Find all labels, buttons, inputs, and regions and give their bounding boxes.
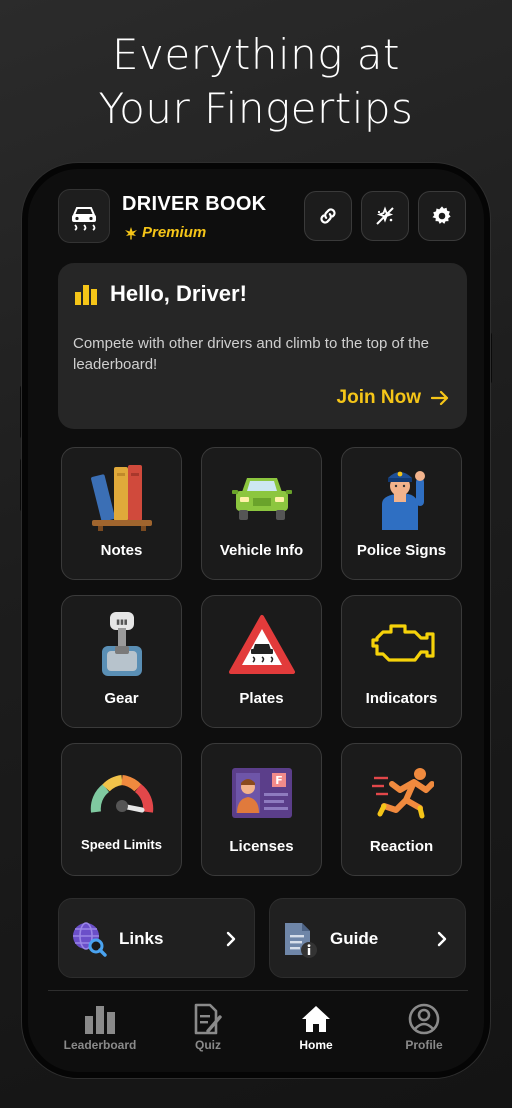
hello-description: Compete with other drivers and climb to …: [73, 335, 430, 373]
link-icon: [320, 208, 336, 224]
nav-label: Profile: [405, 1038, 443, 1052]
tile-label: Notes: [100, 542, 143, 559]
app-logo: [58, 189, 110, 243]
tile-label: Plates: [239, 690, 284, 707]
tile-indicators[interactable]: Indicators: [341, 595, 462, 728]
police-officer-icon: [342, 462, 461, 532]
join-now-button[interactable]: Join Now: [337, 387, 449, 409]
bar-chart-icon: [75, 285, 97, 305]
headline-line-1: Everything at: [112, 30, 400, 79]
no-ads-sparkle-icon: [376, 206, 394, 225]
bar-chart-icon: [50, 1000, 150, 1038]
tile-label: Gear: [104, 690, 139, 707]
tile-licenses[interactable]: F Licenses: [201, 743, 322, 876]
share-link-button[interactable]: [304, 191, 352, 241]
tile-reaction[interactable]: Reaction: [341, 743, 462, 876]
nav-quiz[interactable]: Quiz: [158, 1000, 258, 1052]
tile-label: Speed Limits: [81, 837, 162, 852]
books-icon: [62, 462, 181, 532]
app-screen: DRIVER BOOK Premium Hello, Driver! Compe…: [48, 169, 468, 1072]
profile-icon: [374, 1000, 474, 1038]
join-now-label: Join Now: [336, 387, 421, 408]
arrow-right-icon: [431, 390, 449, 406]
nav-label: Leaderboard: [63, 1038, 137, 1052]
document-info-icon: [285, 923, 317, 958]
nav-leaderboard[interactable]: Leaderboard: [50, 1000, 150, 1052]
globe-search-icon: [73, 922, 107, 957]
engine-warning-icon: [342, 610, 461, 680]
app-title: DRIVER BOOK: [122, 193, 267, 215]
promo-headline: Everything at Your Fingertips: [0, 28, 512, 136]
nav-label: Home: [299, 1038, 333, 1052]
slippery-road-sign-icon: [202, 610, 321, 680]
nav-home[interactable]: Home: [266, 1000, 366, 1052]
tile-plates[interactable]: Plates: [201, 595, 322, 728]
car-icon: [202, 462, 321, 532]
tile-label: Police Signs: [356, 542, 447, 559]
svg-text:▮▮▮: ▮▮▮: [116, 618, 128, 626]
guide-button[interactable]: Guide: [269, 898, 466, 978]
premium-badge: Premium: [124, 224, 206, 241]
runner-icon: [342, 758, 461, 828]
leaderboard-promo-card: Hello, Driver! Compete with other driver…: [58, 263, 467, 429]
tile-notes[interactable]: Notes: [61, 447, 182, 580]
gear-icon: [432, 206, 451, 224]
svg-text:F: F: [275, 774, 283, 787]
license-card-icon: F: [202, 758, 321, 828]
tile-label: Licenses: [229, 838, 294, 855]
hello-title: Hello, Driver!: [110, 281, 247, 306]
tile-label: Indicators: [365, 690, 438, 707]
phone-frame: DRIVER BOOK Premium Hello, Driver! Compe…: [22, 163, 490, 1078]
guide-label: Guide: [330, 929, 379, 948]
leaf-icon: [125, 226, 137, 239]
quiz-icon: [158, 1000, 258, 1038]
tile-speed-limits[interactable]: Speed Limits: [61, 743, 182, 876]
gear-shift-icon: ▮▮▮: [62, 610, 181, 680]
chevron-right-icon: [437, 931, 447, 947]
home-icon: [266, 1000, 366, 1038]
tile-label: Vehicle Info: [219, 542, 304, 559]
nav-profile[interactable]: Profile: [374, 1000, 474, 1052]
remove-ads-button[interactable]: [361, 191, 409, 241]
premium-label: Premium: [142, 224, 207, 241]
tile-gear[interactable]: ▮▮▮ Gear: [61, 595, 182, 728]
tile-police-signs[interactable]: Police Signs: [341, 447, 462, 580]
tile-vehicle-info[interactable]: Vehicle Info: [201, 447, 322, 580]
settings-button[interactable]: [418, 191, 466, 241]
speedometer-icon: [62, 758, 181, 828]
skidding-car-icon: [72, 207, 96, 231]
headline-line-2: Your Fingertips: [98, 84, 414, 133]
tile-label: Reaction: [369, 838, 434, 855]
links-button[interactable]: Links: [58, 898, 255, 978]
nav-divider: [48, 990, 468, 991]
links-label: Links: [119, 929, 164, 948]
nav-label: Quiz: [195, 1038, 221, 1052]
chevron-right-icon: [226, 931, 236, 947]
